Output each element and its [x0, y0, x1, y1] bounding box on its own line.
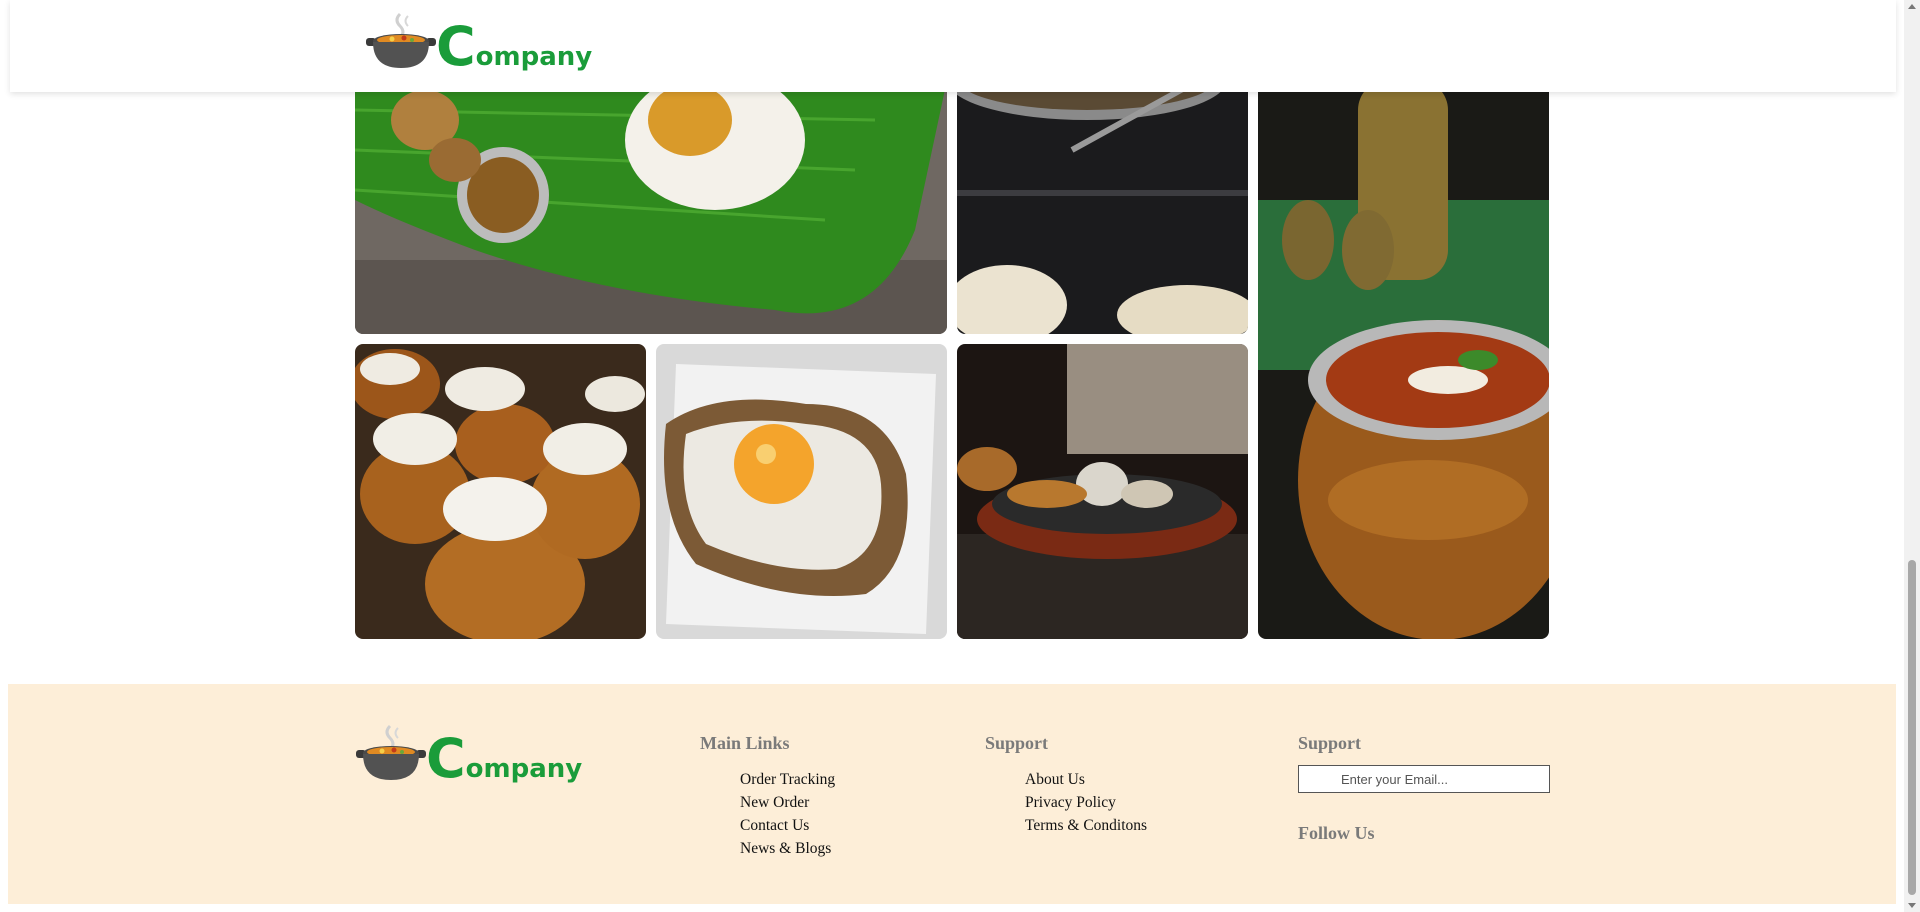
gallery-image-curry-copper-pot[interactable] [1258, 80, 1549, 639]
footer-link-order-tracking[interactable]: Order Tracking [740, 768, 835, 791]
site-header: Company [10, 0, 1896, 92]
logo-wordmark: Company [436, 20, 592, 74]
gallery-image-egg-toast[interactable] [656, 344, 947, 639]
logo-rest: ompany [465, 754, 583, 784]
footer-link-terms[interactable]: Terms & Conditons [1025, 814, 1147, 837]
scroll-down-arrow-icon[interactable] [1908, 903, 1916, 908]
logo-wordmark: Company [426, 732, 582, 786]
scroll-up-arrow-icon[interactable] [1908, 4, 1916, 9]
logo-rest: ompany [475, 42, 593, 72]
footer-link-new-order[interactable]: New Order [740, 791, 835, 814]
cooking-pot-icon [366, 12, 436, 68]
gallery-image-cream-cupcakes[interactable] [355, 344, 646, 639]
cooking-pot-icon [356, 724, 426, 780]
main-links-list: Order Tracking New Order Contact Us News… [740, 768, 835, 860]
support-links-list: About Us Privacy Policy Terms & Conditon… [1025, 768, 1147, 837]
footer-link-about-us[interactable]: About Us [1025, 768, 1147, 791]
logo-initial: C [436, 15, 476, 78]
gallery-image-sizzler-platter[interactable] [957, 344, 1248, 639]
main-links-title: Main Links [700, 733, 790, 753]
page-scrollbar[interactable] [1904, 0, 1920, 912]
email-field[interactable] [1298, 765, 1550, 793]
newsletter-title: Support [1298, 733, 1362, 753]
footer-link-news-blogs[interactable]: News & Blogs [740, 837, 835, 860]
footer-link-contact-us[interactable]: Contact Us [740, 814, 835, 837]
footer-logo[interactable]: Company [354, 720, 582, 786]
footer-link-privacy-policy[interactable]: Privacy Policy [1025, 791, 1147, 814]
gallery-image-banana-leaf-meal[interactable] [355, 80, 947, 334]
follow-us-title: Follow Us [1298, 823, 1375, 843]
support-links-title: Support [985, 733, 1049, 753]
gallery-image-pan-dish[interactable] [957, 80, 1248, 334]
header-logo[interactable]: Company [364, 8, 592, 74]
footer [8, 684, 1896, 904]
logo-initial: C [426, 727, 466, 790]
scrollbar-thumb[interactable] [1908, 560, 1916, 895]
